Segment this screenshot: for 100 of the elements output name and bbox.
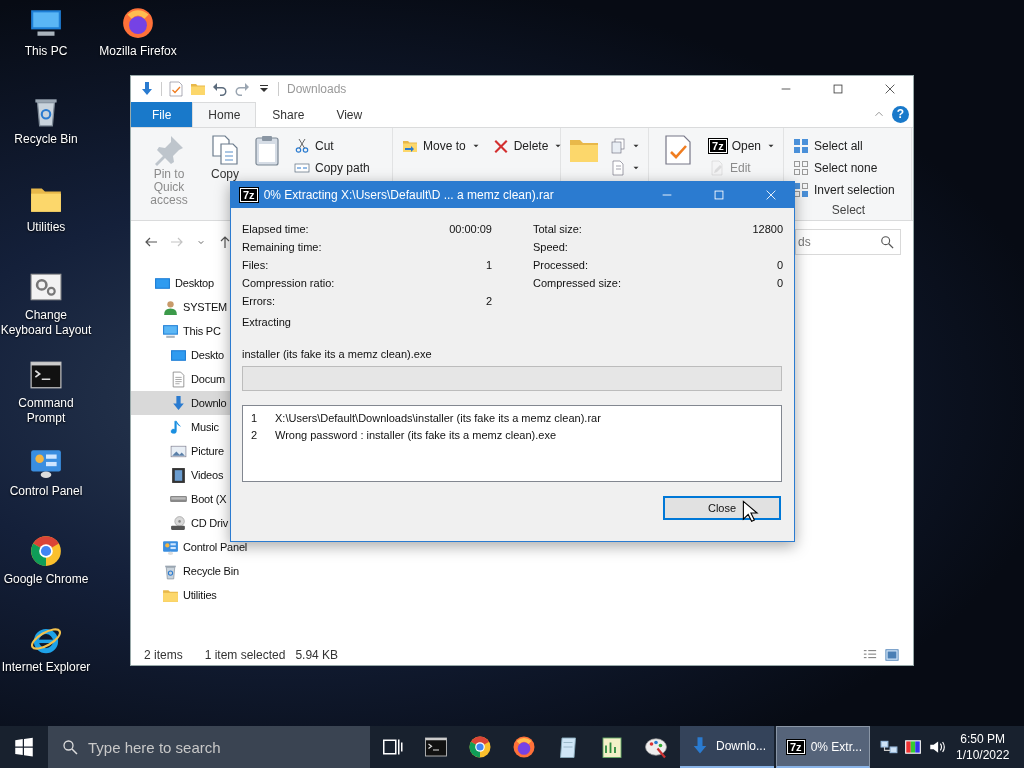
large-icons-view-icon[interactable] bbox=[885, 647, 899, 662]
browser-icon[interactable] bbox=[29, 534, 63, 568]
ribbon-button[interactable]: Move to bbox=[399, 136, 484, 156]
shortcut-label[interactable]: Utilities bbox=[26, 220, 66, 235]
checkmark-document-icon[interactable] bbox=[168, 80, 184, 97]
status-text: 2 items bbox=[144, 647, 183, 662]
file-name: installer (its fake its a memz clean).exe bbox=[242, 347, 433, 362]
ribbon-button[interactable]: 7z Open bbox=[706, 136, 779, 156]
message-text: X:\Users\Default\Downloads\installer (its fake its a memz clean).rar bbox=[275, 411, 601, 424]
browser-icon[interactable] bbox=[512, 735, 536, 759]
film-icon bbox=[170, 466, 187, 484]
document-icon bbox=[170, 370, 187, 388]
stat-label: Processed: bbox=[533, 259, 589, 271]
stat-value: 12800 bbox=[752, 223, 783, 235]
app-badge: 7z bbox=[709, 139, 727, 153]
search-icon bbox=[62, 739, 78, 755]
color-grid-icon[interactable] bbox=[904, 738, 922, 756]
ribbon-tab[interactable]: Share bbox=[256, 102, 321, 127]
shortcut-label[interactable]: Command Prompt bbox=[0, 396, 92, 426]
tree-item[interactable]: Boot (X bbox=[131, 487, 271, 511]
tree-item[interactable]: Videos bbox=[131, 463, 271, 487]
stat-label: Remaining time: bbox=[242, 241, 322, 253]
ribbon-button[interactable]: Invert selection bbox=[790, 180, 898, 200]
network-icon[interactable] bbox=[880, 738, 898, 756]
cross-icon bbox=[492, 138, 509, 154]
tree-item[interactable]: Utilities bbox=[131, 583, 271, 607]
stat-label: Elapsed time: bbox=[242, 223, 309, 235]
ribbon-button[interactable]: Cut bbox=[291, 136, 373, 156]
status-text: Extracting bbox=[242, 315, 292, 330]
browser-icon[interactable] bbox=[121, 6, 155, 40]
stat-label: Total size: bbox=[533, 223, 582, 235]
stat-label: Compression ratio: bbox=[242, 277, 335, 289]
clock-time[interactable]: 6:50 PM bbox=[960, 731, 1006, 747]
tree-item[interactable]: CD Driv bbox=[131, 511, 271, 535]
ribbon-button[interactable]: Copy bbox=[207, 134, 243, 181]
control-panel-icon bbox=[162, 538, 179, 556]
message-text: Wrong password : installer (its fake its a memz clean).exe bbox=[275, 428, 556, 441]
ribbon-tab[interactable]: View bbox=[320, 102, 379, 127]
tree-item[interactable]: Control Panel bbox=[131, 535, 271, 559]
stat-value: 2 bbox=[485, 295, 492, 307]
file-menu-button[interactable]: File bbox=[131, 102, 193, 127]
ribbon-button[interactable]: Select none bbox=[790, 158, 898, 178]
stat-label: Compressed size: bbox=[533, 277, 622, 289]
stacked-pages-icon bbox=[610, 138, 626, 154]
shortcut-label[interactable]: Control Panel bbox=[9, 484, 83, 499]
search-field[interactable]: Type here to search bbox=[48, 726, 370, 768]
stat-label: Speed: bbox=[533, 241, 568, 253]
grid-icon bbox=[793, 138, 809, 154]
shortcut-label[interactable]: This PC bbox=[24, 44, 68, 59]
window-title: Downloads bbox=[287, 81, 347, 96]
ribbon-tab[interactable]: Home bbox=[192, 102, 257, 127]
ribbon-button[interactable]: Select all bbox=[790, 136, 898, 156]
start-icon[interactable] bbox=[14, 737, 34, 757]
close-icon[interactable] bbox=[764, 188, 778, 202]
shortcut-label[interactable]: Recycle Bin bbox=[14, 132, 78, 147]
drive-icon bbox=[170, 496, 187, 502]
stat-value: 00:00:09 bbox=[449, 223, 492, 235]
browser-icon[interactable] bbox=[468, 735, 492, 759]
ribbon-button[interactable]: Copy path bbox=[291, 158, 373, 178]
taskbar-button[interactable]: Downlo... bbox=[680, 726, 774, 768]
folder-arrow-icon bbox=[402, 138, 418, 154]
status-text: 1 item selected bbox=[204, 647, 286, 662]
path-field-icon bbox=[294, 160, 310, 176]
stat-label: Files: bbox=[242, 259, 269, 271]
stat-value: 1 bbox=[485, 259, 492, 271]
disc-drive-icon bbox=[170, 514, 187, 532]
tree-item[interactable]: Recycle Bin bbox=[131, 559, 271, 583]
user-icon bbox=[162, 298, 179, 316]
clock-date[interactable]: 1/10/2022 bbox=[956, 747, 1010, 763]
window-title: 0% Extracting X:\Users\Default\D ... a memz clean).rar bbox=[263, 188, 554, 202]
chart-pad-icon[interactable] bbox=[600, 735, 624, 759]
search-icon[interactable] bbox=[880, 235, 894, 249]
ribbon-button[interactable]: Delete bbox=[489, 136, 567, 156]
maximize-icon[interactable] bbox=[831, 81, 845, 96]
page-icon bbox=[610, 160, 626, 176]
tree-item[interactable]: Picture bbox=[131, 439, 271, 463]
stat-value: 0 bbox=[776, 277, 783, 289]
download-icon[interactable] bbox=[139, 80, 155, 97]
group-label: Select bbox=[830, 202, 867, 218]
shortcut-label[interactable]: Google Chrome bbox=[3, 572, 89, 587]
tree-item[interactable]: Docum bbox=[131, 367, 271, 391]
close-button[interactable]: Close bbox=[663, 496, 781, 520]
search-field[interactable]: ds bbox=[795, 229, 901, 255]
palette-icon[interactable] bbox=[644, 735, 668, 759]
computer-icon bbox=[162, 322, 179, 340]
shortcut-label[interactable]: Internet Explorer bbox=[1, 660, 91, 675]
message-number: 2 bbox=[251, 428, 259, 441]
half-grid-icon bbox=[793, 182, 809, 198]
status-text: 5.94 KB bbox=[295, 647, 339, 662]
shortcut-label[interactable]: Change Keyboard Layout bbox=[0, 308, 92, 338]
terminal-icon[interactable] bbox=[424, 735, 448, 759]
shortcut-label[interactable]: Mozilla Firefox bbox=[99, 44, 177, 59]
app-badge: 7z bbox=[240, 188, 258, 202]
empty-grid-icon bbox=[793, 160, 809, 176]
documents-icon bbox=[209, 134, 241, 166]
pencil-document-icon bbox=[709, 160, 725, 176]
taskbar-button[interactable]: 7z 0% Extr... bbox=[776, 726, 870, 768]
pushpin-icon bbox=[153, 134, 185, 166]
stat-label: Errors: bbox=[242, 295, 275, 307]
help-button[interactable]: ? bbox=[892, 105, 909, 123]
